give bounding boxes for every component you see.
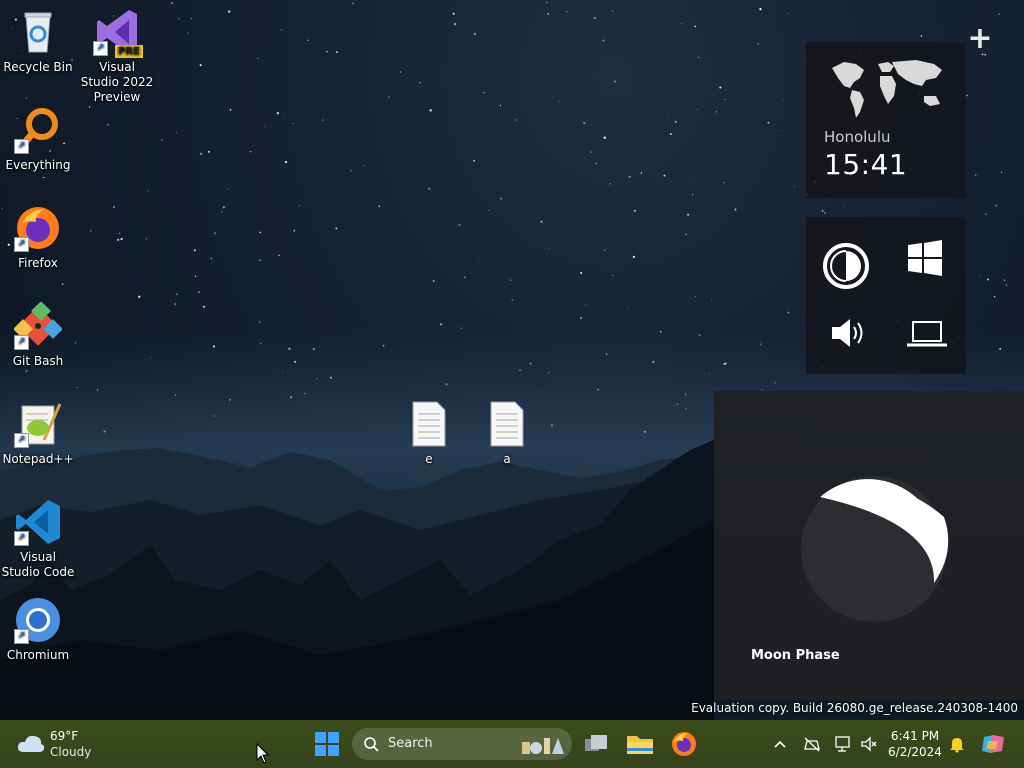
task-view-icon	[585, 735, 607, 751]
git-bash-shortcut[interactable]: ↗ Git Bash	[0, 301, 76, 369]
notepad-plus-plus-icon: ↗	[14, 400, 62, 448]
notepad-plus-plus-shortcut[interactable]: ↗ Notepad++	[0, 400, 76, 467]
bell-icon	[950, 738, 964, 753]
contrast-icon[interactable]	[821, 241, 871, 291]
weather-temp: 69°F	[50, 729, 79, 743]
text-file-icon	[405, 400, 453, 448]
file-explorer-button[interactable]	[625, 730, 655, 758]
control-gadget	[806, 217, 966, 374]
notifications-button[interactable]	[948, 735, 966, 753]
file-label: a	[503, 452, 511, 466]
icon-label: Recycle Bin	[3, 60, 73, 74]
icon-label: Notepad++	[2, 452, 74, 466]
vscode-shortcut[interactable]: ↗ Visual Studio Code	[0, 498, 76, 580]
taskbar: 69°F Cloudy Search 6:41 PM 6/2/2024	[0, 720, 1024, 768]
icon-label: Everything	[5, 158, 71, 172]
shortcut-arrow-icon: ↗	[93, 41, 108, 56]
vscode-icon: ↗	[14, 498, 62, 546]
icon-label: Visual Studio 2022 Preview	[80, 60, 154, 104]
moon-phase-gadget[interactable]: Moon Phase	[714, 391, 1024, 700]
recycle-bin-icon	[14, 8, 62, 56]
firefox-shortcut[interactable]: ↗ Firefox	[0, 204, 76, 271]
shortcut-arrow-icon: ↗	[14, 629, 29, 644]
taskbar-search[interactable]: Search	[352, 728, 572, 760]
display-tray-icon[interactable]	[834, 734, 852, 754]
icon-label: Firefox	[18, 256, 58, 270]
shortcut-arrow-icon: ↗	[14, 531, 29, 546]
shortcut-arrow-icon: ↗	[14, 237, 29, 252]
visual-studio-icon: PRE ↗	[93, 8, 143, 58]
file-e[interactable]: e	[391, 400, 467, 467]
icon-label: Git Bash	[12, 354, 64, 368]
system-time: 6:41 PM	[890, 729, 940, 743]
start-button[interactable]	[313, 730, 341, 758]
chevron-up-icon	[774, 740, 786, 748]
search-icon	[364, 737, 379, 752]
moon-phase-label: Moon Phase	[751, 648, 840, 663]
icon-label: Visual Studio Code	[1, 550, 75, 579]
firefox-icon	[672, 732, 696, 756]
search-label: Search	[388, 736, 433, 751]
laptop-icon[interactable]	[906, 319, 948, 349]
recycle-bin-shortcut[interactable]: Recycle Bin	[0, 8, 76, 75]
monitor-icon	[835, 736, 850, 752]
volume-muted-icon	[861, 736, 877, 752]
taskbar-clock[interactable]: 6:41 PM 6/2/2024	[880, 720, 950, 768]
preview-badge: PRE	[115, 45, 143, 58]
mouse-cursor-icon	[256, 743, 270, 764]
text-file-icon	[483, 400, 531, 448]
git-bash-icon: ↗	[13, 301, 63, 350]
shortcut-arrow-icon: ↗	[14, 335, 29, 350]
weather-widget[interactable]: 69°F Cloudy	[10, 720, 100, 768]
shortcut-arrow-icon: ↗	[14, 433, 29, 448]
folder-icon	[627, 736, 653, 754]
firefox-taskbar-button[interactable]	[670, 730, 698, 758]
speaker-icon[interactable]	[828, 315, 868, 351]
shortcut-arrow-icon: ↗	[14, 139, 29, 154]
file-a[interactable]: a	[469, 400, 545, 467]
clock-city: Honolulu	[824, 128, 891, 146]
clock-time: 15:41	[824, 148, 908, 181]
icon-label: Chromium	[6, 648, 70, 662]
moon-phase-icon	[801, 476, 949, 622]
everything-shortcut[interactable]: ↗ Everything	[0, 106, 76, 173]
show-hidden-icons-button[interactable]	[772, 736, 788, 752]
windows-start-icon	[315, 732, 339, 756]
world-clock-gadget[interactable]: Honolulu 15:41	[806, 42, 966, 198]
task-view-button[interactable]	[582, 730, 610, 758]
add-gadget-button[interactable]: +	[966, 24, 994, 54]
world-map-icon	[832, 60, 942, 118]
visual-studio-preview-shortcut[interactable]: PRE ↗ Visual Studio 2022 Preview	[79, 8, 155, 105]
everything-magnifier-icon: ↗	[14, 106, 62, 154]
system-date: 6/2/2024	[888, 745, 942, 759]
chromium-icon: ↗	[14, 596, 62, 644]
search-highlight-icon	[522, 738, 564, 754]
windows-logo-icon[interactable]	[906, 239, 946, 279]
copilot-button[interactable]	[980, 731, 1006, 757]
file-label: e	[425, 452, 433, 466]
no-network-icon	[804, 737, 820, 752]
evaluation-watermark: Evaluation copy. Build 26080.ge_release.…	[691, 701, 1018, 715]
volume-tray-icon[interactable]	[860, 735, 878, 753]
firefox-icon: ↗	[14, 204, 62, 252]
weather-desc: Cloudy	[50, 745, 92, 759]
chromium-shortcut[interactable]: ↗ Chromium	[0, 596, 76, 663]
copilot-icon	[982, 735, 1004, 753]
network-tray-icon[interactable]	[803, 735, 821, 753]
cloud-icon	[17, 735, 45, 752]
